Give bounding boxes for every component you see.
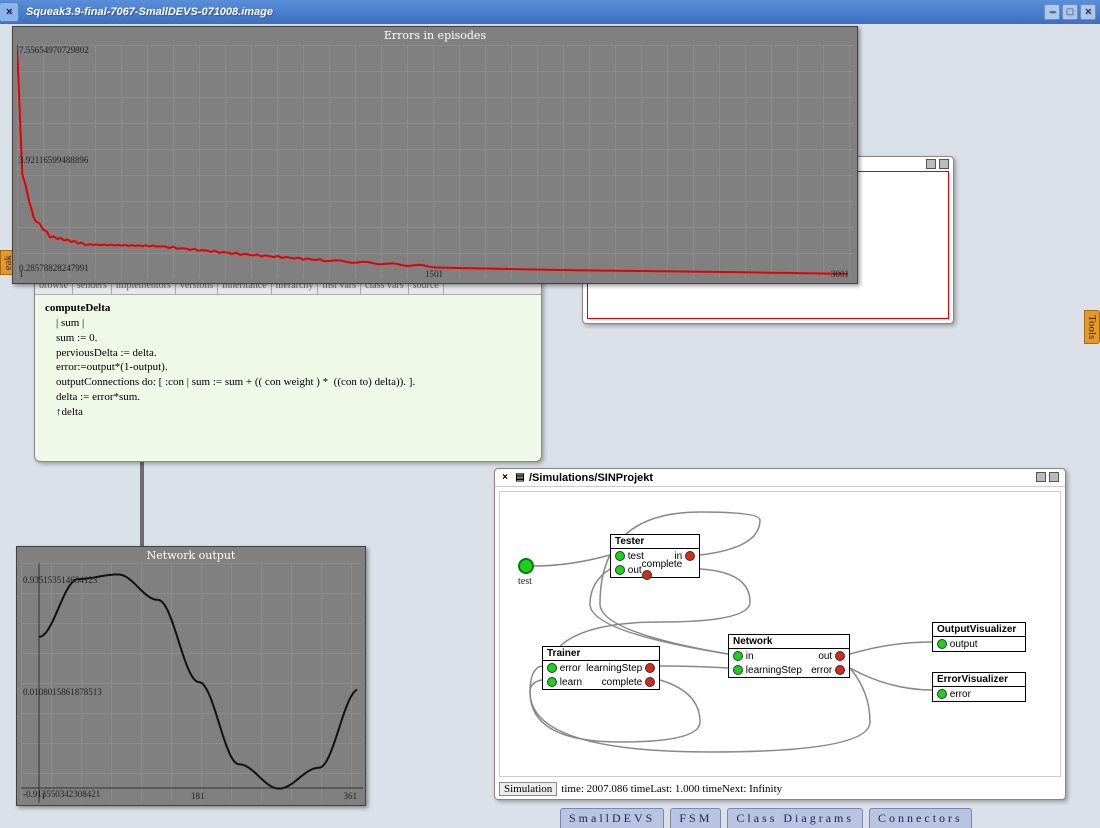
x-tick: 1 [41,791,46,801]
y-tick: 7.55654970729802 [19,45,89,55]
y-tick: -0.913550342308421 [23,789,100,799]
node-outputvis[interactable]: OutputVisualizer output [932,622,1026,652]
sidebar-tab-tools[interactable]: Tools [1084,310,1100,344]
node-title: ErrorVisualizer [933,673,1025,687]
node-title: Network [729,635,849,649]
errors-plot-area: 7.55654970729802 3.92116599488896 0.2857… [17,45,853,279]
node-title: OutputVisualizer [933,623,1025,637]
simulation-button[interactable]: Simulation [499,782,557,796]
maximize-icon[interactable] [1049,472,1059,482]
diagram-canvas[interactable]: test Tester testin outcomplete Trainer e… [499,491,1061,777]
node-tester[interactable]: Tester testin outcomplete [610,534,700,578]
netout-plot-window[interactable]: Network output 0.935153514684123 0.01080… [16,546,366,806]
y-tick: 0.935153514684123 [23,575,97,585]
tab-connectors[interactable]: Connectors [869,808,972,828]
x-tick: 181 [191,791,205,801]
errors-plot-window[interactable]: Errors in episodes 7.55654970729802 3.92… [12,26,858,284]
node-network[interactable]: Network inout learningSteperror [728,634,850,678]
close-icon[interactable]: × [0,2,19,22]
errors-curve [17,45,855,281]
x-tick: 3001 [831,269,849,279]
simulation-window[interactable]: × ▤ /Simulations/SINProjekt test Tester … [494,468,1066,800]
tab-classdiagrams[interactable]: Class Diagrams [727,808,863,828]
node-title: Trainer [543,647,659,661]
errors-plot-title: Errors in episodes [13,27,857,44]
tab-fsm[interactable]: FSM [670,808,721,828]
maximize-button[interactable]: □ [1062,4,1078,20]
y-tick: 0.28578828247991 [19,263,89,273]
code-browser[interactable]: browse senders implementors versions inh… [34,278,542,462]
sim-status-text: time: 2007.086 timeLast: 1.000 timeNext:… [561,783,782,795]
y-tick: 3.92116599488896 [19,155,88,165]
close-icon[interactable]: × [499,472,511,484]
node-errorvis[interactable]: ErrorVisualizer error [932,672,1026,702]
y-tick: 0.0108015861878513 [23,687,102,697]
maximize-icon[interactable] [939,159,949,169]
close-button[interactable]: × [1080,4,1096,20]
node-trainer[interactable]: Trainer errorlearningStep learncomplete [542,646,660,690]
window-title: Squeak3.9-final-7067-SmallDEVS-071008.im… [26,6,273,18]
sim-path: /Simulations/SINProjekt [529,472,653,484]
node-title: Tester [611,535,699,549]
x-tick: 1501 [425,269,443,279]
netout-curve [21,563,363,803]
tab-smalldevs[interactable]: SmallDEVS [560,808,664,828]
window-titlebar[interactable]: × Squeak3.9-final-7067-SmallDEVS-071008.… [0,0,1100,24]
minimize-button[interactable]: ‒ [1044,4,1060,20]
minimize-icon[interactable] [1036,472,1046,482]
window-connector [140,454,144,549]
menu-icon[interactable]: ▤ [514,472,526,484]
netout-plot-area: 0.935153514684123 0.0108015861878513 -0.… [21,563,361,801]
code-text[interactable]: computeDelta | sum | sum := 0. perviousD… [35,295,541,426]
x-tick: 361 [344,791,358,801]
bottom-tab-bar: SmallDEVS FSM Class Diagrams Connectors [560,808,972,828]
x-tick: 1 [19,269,24,279]
netout-plot-title: Network output [17,547,365,564]
sim-statusbar: Simulation time: 2007.086 timeLast: 1.00… [499,781,1061,797]
port-label: test [518,576,532,587]
minimize-icon[interactable] [926,159,936,169]
port-test[interactable] [518,558,534,574]
